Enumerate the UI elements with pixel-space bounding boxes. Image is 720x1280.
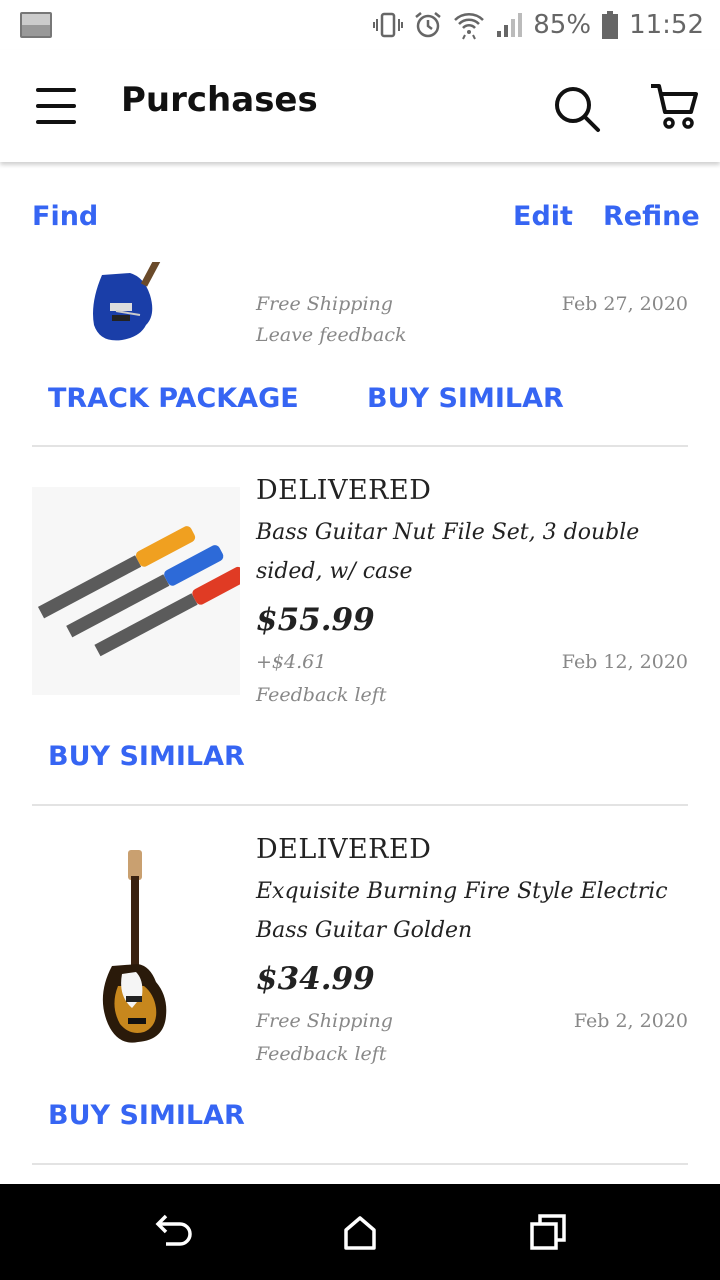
buy-similar-button[interactable]: BUY SIMILAR xyxy=(48,741,245,772)
app-bar: Purchases xyxy=(0,50,720,162)
sunburst-bass-guitar-image[interactable] xyxy=(32,846,240,1054)
shipping-text: Free Shipping xyxy=(256,1010,393,1032)
vibrate-icon xyxy=(373,12,404,38)
refine-link[interactable]: Refine xyxy=(603,201,700,232)
edit-link[interactable]: Edit xyxy=(513,201,573,232)
list-item[interactable]: Free Shipping Feb 27, 2020 Leave feedbac… xyxy=(0,262,720,447)
alarm-icon xyxy=(415,12,442,38)
nut-file-set-image[interactable] xyxy=(32,487,247,695)
shipping-text: +$4.61 xyxy=(256,651,327,673)
purchase-date: Feb 12, 2020 xyxy=(561,651,688,673)
battery-percent: 85% xyxy=(533,10,592,40)
gallery-icon xyxy=(20,12,52,38)
list-item[interactable]: DELIVERED Exquisite Burning Fire Style E… xyxy=(0,806,720,1164)
item-title[interactable]: Exquisite Burning Fire Style Electric Ba… xyxy=(256,872,696,950)
menu-icon[interactable] xyxy=(30,82,82,130)
order-status: DELIVERED xyxy=(256,834,432,865)
blue-bass-guitar-image[interactable] xyxy=(32,262,240,373)
signal-icon xyxy=(497,13,523,37)
cart-icon[interactable] xyxy=(648,80,702,134)
purchases-toolbar: Find Edit Refine xyxy=(0,162,720,262)
buy-similar-button[interactable]: BUY SIMILAR xyxy=(367,383,564,414)
purchase-date: Feb 27, 2020 xyxy=(561,293,688,315)
status-bar: 85% 11:52 xyxy=(0,0,720,50)
order-status: DELIVERED xyxy=(256,475,432,506)
purchase-date: Feb 2, 2020 xyxy=(573,1010,688,1032)
shipping-text: Free Shipping xyxy=(256,293,393,315)
status-icons: 85% 11:52 xyxy=(373,8,704,42)
battery-icon xyxy=(602,11,619,39)
recents-icon[interactable] xyxy=(526,1212,570,1252)
search-icon[interactable] xyxy=(550,82,604,136)
list-item[interactable]: DELIVERED Bass Guitar Nut File Set, 3 do… xyxy=(0,447,720,804)
find-link[interactable]: Find xyxy=(32,201,98,232)
item-price: $55.99 xyxy=(256,602,375,638)
clock: 11:52 xyxy=(629,10,704,40)
item-price: $34.99 xyxy=(256,961,375,997)
purchases-list[interactable]: Free Shipping Feb 27, 2020 Leave feedbac… xyxy=(0,262,720,1184)
divider xyxy=(32,1163,688,1165)
wifi-icon xyxy=(454,13,485,40)
page-title: Purchases xyxy=(121,80,318,120)
back-icon[interactable] xyxy=(152,1212,196,1252)
feedback-status: Feedback left xyxy=(256,1043,387,1065)
item-title[interactable]: Bass Guitar Nut File Set, 3 double sided… xyxy=(256,513,696,591)
leave-feedback-link[interactable]: Leave feedback xyxy=(256,324,407,346)
home-icon[interactable] xyxy=(338,1212,382,1252)
feedback-status: Feedback left xyxy=(256,684,387,706)
buy-similar-button[interactable]: BUY SIMILAR xyxy=(48,1100,245,1131)
track-package-button[interactable]: TRACK PACKAGE xyxy=(48,383,299,414)
system-nav-bar xyxy=(0,1184,720,1280)
